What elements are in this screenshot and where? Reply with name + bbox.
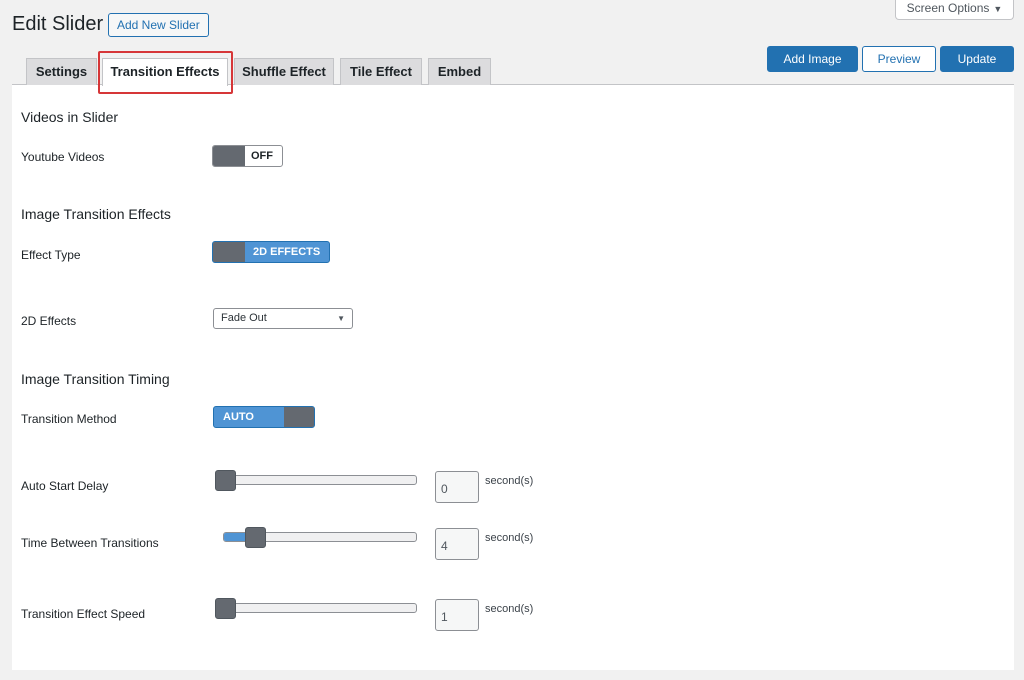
caret-down-icon: ▼ <box>993 4 1003 14</box>
toggle-knob <box>213 242 245 262</box>
section-title-videos: Videos in Slider <box>21 109 119 125</box>
effects-2d-value: Fade Out <box>221 312 267 324</box>
section-title-effects: Image Transition Effects <box>21 206 171 222</box>
youtube-toggle-state: OFF <box>251 150 273 162</box>
youtube-videos-toggle[interactable]: OFF <box>212 145 283 167</box>
tab-shuffle-effect[interactable]: Shuffle Effect <box>234 58 334 85</box>
effects-2d-label: 2D Effects <box>21 314 77 328</box>
auto-start-delay-label: Auto Start Delay <box>21 479 109 493</box>
effect-type-toggle[interactable]: 2D EFFECTS <box>212 241 330 263</box>
active-tab-highlight <box>98 51 233 94</box>
time-between-unit: second(s) <box>485 532 534 544</box>
update-button[interactable]: Update <box>940 46 1014 72</box>
transition-method-state: AUTO <box>223 411 254 423</box>
screen-options-label: Screen Options <box>906 1 990 15</box>
effect-speed-handle[interactable] <box>215 598 236 619</box>
add-new-slider-button[interactable]: Add New Slider <box>108 13 209 37</box>
effect-speed-input[interactable]: 1 <box>435 599 479 631</box>
effects-2d-select[interactable]: Fade Out ▼ <box>213 308 353 329</box>
section-title-timing: Image Transition Timing <box>21 371 170 387</box>
screen-options-toggle[interactable]: Screen Options ▼ <box>895 0 1014 20</box>
effect-type-label: Effect Type <box>21 248 81 262</box>
auto-start-delay-unit: second(s) <box>485 475 534 487</box>
transition-method-label: Transition Method <box>21 412 117 426</box>
effect-type-state: 2D EFFECTS <box>253 246 321 258</box>
select-arrow-icon: ▼ <box>337 314 345 323</box>
toggle-knob <box>284 407 314 427</box>
effect-speed-label: Transition Effect Speed <box>21 607 146 621</box>
time-between-label: Time Between Transitions <box>21 536 159 550</box>
add-image-button[interactable]: Add Image <box>767 46 858 72</box>
transition-method-toggle[interactable]: AUTO <box>213 406 315 428</box>
youtube-videos-label: Youtube Videos <box>21 150 105 164</box>
auto-start-delay-input[interactable]: 0 <box>435 471 479 503</box>
time-between-input[interactable]: 4 <box>435 528 479 560</box>
effect-speed-unit: second(s) <box>485 603 534 615</box>
tab-tile-effect[interactable]: Tile Effect <box>340 58 422 85</box>
auto-start-delay-slider[interactable] <box>216 475 417 485</box>
page-title: Edit Slider <box>12 13 104 35</box>
auto-start-delay-handle[interactable] <box>215 470 236 491</box>
time-between-handle[interactable] <box>245 527 266 548</box>
effect-speed-slider[interactable] <box>216 603 417 613</box>
preview-button[interactable]: Preview <box>862 46 936 72</box>
toggle-knob <box>213 146 245 166</box>
tab-settings[interactable]: Settings <box>26 58 97 85</box>
tab-embed[interactable]: Embed <box>428 58 491 85</box>
